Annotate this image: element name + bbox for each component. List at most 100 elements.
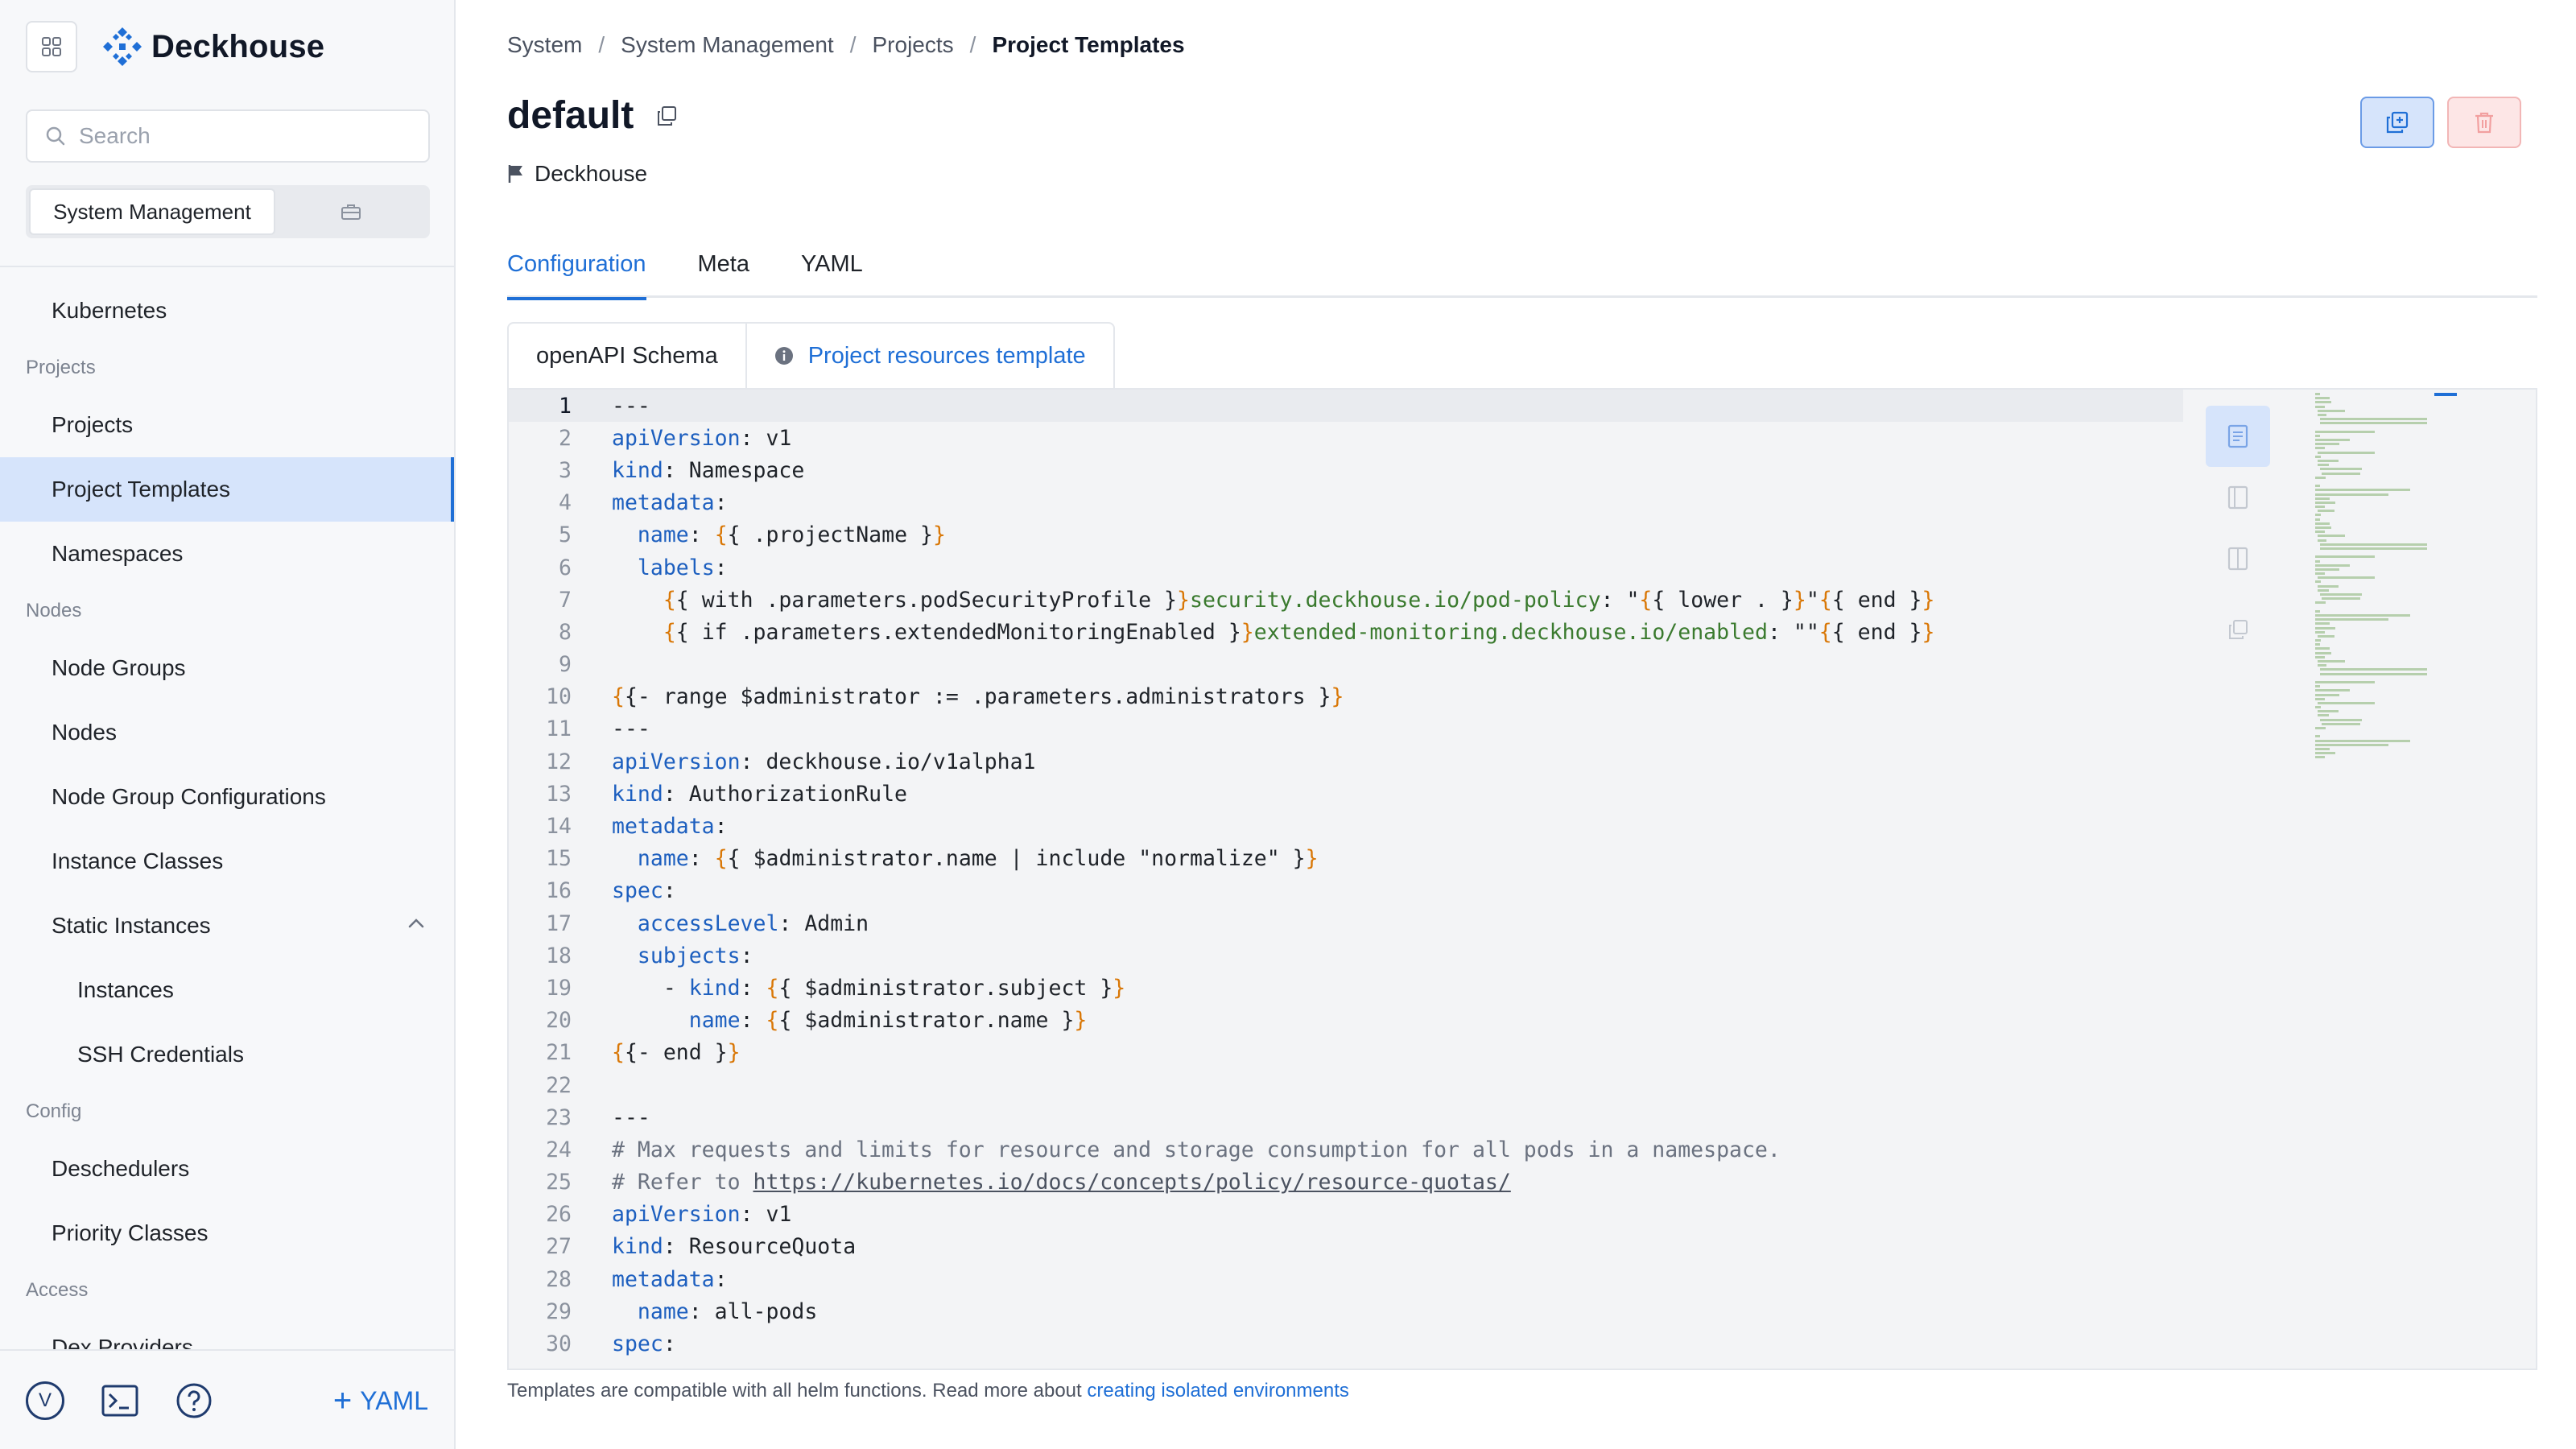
sidebar-item-priority-classes[interactable]: Priority Classes [0,1201,454,1265]
code-line[interactable]: 25 # Refer to https://kubernetes.io/docs/… [509,1166,2183,1199]
code-line[interactable]: 22 [509,1069,2183,1101]
minimap-line [2315,497,2330,500]
code-line[interactable]: 21 {{- end }} [509,1037,2183,1069]
minimap-line [2315,555,2376,559]
code-line[interactable]: 5 name: {{ .projectName }} [509,519,2183,551]
subtab-openapi-schema[interactable]: openAPI Schema [507,322,747,388]
minimap-line [2315,739,2411,742]
code-line[interactable]: 10 {{- range $administrator := .parameter… [509,681,2183,713]
code-line[interactable]: 16 spec: [509,875,2183,907]
code-line[interactable]: 3 kind: Namespace [509,454,2183,486]
context-system-management[interactable]: System Management [29,188,275,235]
clone-button[interactable] [2360,97,2434,148]
code-line[interactable]: 18 subjects: [509,939,2183,972]
search-box[interactable] [26,109,430,163]
context-switch: System Management [26,185,430,238]
search-input[interactable] [79,123,401,149]
line-number: 11 [546,716,572,742]
view-sidebar-button[interactable] [2206,467,2270,528]
terminal-button[interactable] [101,1385,138,1417]
line-number: 14 [546,814,572,840]
sidebar-item-project-templates[interactable]: Project Templates [0,457,454,522]
copy-name-button[interactable] [656,105,677,126]
tab-yaml[interactable]: YAML [801,240,863,298]
breadcrumb-item-system[interactable]: System [507,32,582,58]
line-number: 20 [546,1008,572,1034]
add-yaml-button[interactable]: + YAML [333,1385,428,1417]
sidebar-item-instance-classes[interactable]: Instance Classes [0,829,454,894]
code-line[interactable]: 28 metadata: [509,1263,2183,1295]
code-line[interactable]: 13 kind: AuthorizationRule [509,778,2183,810]
help-button[interactable] [175,1382,213,1419]
code-line[interactable]: 4 metadata: [509,487,2183,519]
sidebar-item-namespaces[interactable]: Namespaces [0,522,454,586]
sidebar-item-instances[interactable]: Instances [0,958,454,1022]
subtab-project-resources-template[interactable]: Project resources template [746,322,1115,388]
line-number: 9 [559,652,572,678]
code-line[interactable]: 20 name: {{ $administrator.name }} [509,1005,2183,1037]
code-lines[interactable]: 1 --- 2 apiVersion: v1 3 kind: Namespace 4 meta… [509,390,2183,1360]
apps-button[interactable] [26,21,77,72]
tab-configuration[interactable]: Configuration [507,240,646,300]
code-line[interactable]: 17 accessLevel: Admin [509,907,2183,939]
chevron-up-icon[interactable] [407,918,425,929]
code-line[interactable]: 30 spec: [509,1327,2183,1360]
view-split-button[interactable] [2206,528,2270,589]
minimap-line [2322,722,2361,725]
code-line[interactable]: 11 --- [509,713,2183,745]
minimap-line [2319,593,2362,596]
minimap-line [2315,434,2320,437]
code-line[interactable]: 6 labels: [509,551,2183,584]
page-title: default [507,94,634,137]
sidebar-item-kubernetes[interactable]: Kubernetes [0,279,454,343]
code-line[interactable]: 29 name: all-pods [509,1295,2183,1327]
code-line[interactable]: 8 {{ if .parameters.extendedMonitoringEn… [509,616,2183,648]
code-text: spec: [612,878,676,904]
sidebar-item-node-groups[interactable]: Node Groups [0,636,454,700]
sidebar-item-static-instances[interactable]: Static Instances [0,894,454,958]
code-line[interactable]: 24 # Max requests and limits for resource… [509,1133,2183,1166]
breadcrumb-item-system-management[interactable]: System Management [621,32,834,58]
minimap-line [2317,634,2334,638]
code-line[interactable]: 12 apiVersion: deckhouse.io/v1alpha1 [509,745,2183,778]
tab-meta[interactable]: Meta [698,240,749,298]
code-text: subjects: [637,943,753,968]
code-line[interactable]: 26 apiVersion: v1 [509,1199,2183,1231]
sidebar-item-projects[interactable]: Projects [0,393,454,457]
search-icon [46,126,65,146]
clone-icon [2386,111,2409,134]
code-line[interactable]: 14 metadata: [509,810,2183,842]
code-line[interactable]: 27 kind: ResourceQuota [509,1231,2183,1263]
minimap-scroll-indicator[interactable] [2434,393,2457,396]
copy-code-button[interactable] [2206,599,2270,660]
context-projects-button[interactable] [275,188,427,235]
sidebar-nav: Kubernetes Projects Projects Project Tem… [0,279,454,1349]
sidebar-item-node-group-configurations[interactable]: Node Group Configurations [0,765,454,829]
avatar[interactable]: V [26,1381,64,1420]
code-line[interactable]: 1 --- [509,390,2183,423]
code-editor[interactable]: 1 --- 2 apiVersion: v1 3 kind: Namespace 4 meta… [507,388,2537,1370]
split-view-icon [2227,547,2248,571]
code-text: # Max requests and limits for resource a… [612,1137,1781,1162]
code-line[interactable]: 7 {{ with .parameters.podSecurityProfile… [509,584,2183,616]
minimap-line [2315,580,2321,584]
code-line[interactable]: 9 [509,649,2183,681]
sidebar-item-dex-providers[interactable]: Dex Providers [0,1315,454,1349]
sidebar-item-ssh-credentials[interactable]: SSH Credentials [0,1022,454,1087]
brand-logo[interactable]: Deckhouse [101,26,324,68]
editor-minimap[interactable] [2315,393,2460,779]
plus-icon: + [332,1383,353,1418]
delete-button[interactable] [2447,97,2521,148]
code-line[interactable]: 19 - kind: {{ $administrator.subject }} [509,972,2183,1004]
minimap-line [2315,756,2325,759]
breadcrumb-item-projects[interactable]: Projects [873,32,954,58]
code-line[interactable]: 2 apiVersion: v1 [509,422,2183,454]
code-line[interactable]: 15 name: {{ $administrator.name | includ… [509,843,2183,875]
code-line[interactable]: 23 --- [509,1101,2183,1133]
line-number: 6 [559,555,572,580]
view-single-button[interactable] [2206,406,2270,467]
minimap-line [2315,485,2320,488]
sidebar-item-nodes[interactable]: Nodes [0,700,454,765]
isolated-environments-link[interactable]: creating isolated environments [1087,1380,1349,1402]
sidebar-item-deschedulers[interactable]: Deschedulers [0,1137,454,1201]
